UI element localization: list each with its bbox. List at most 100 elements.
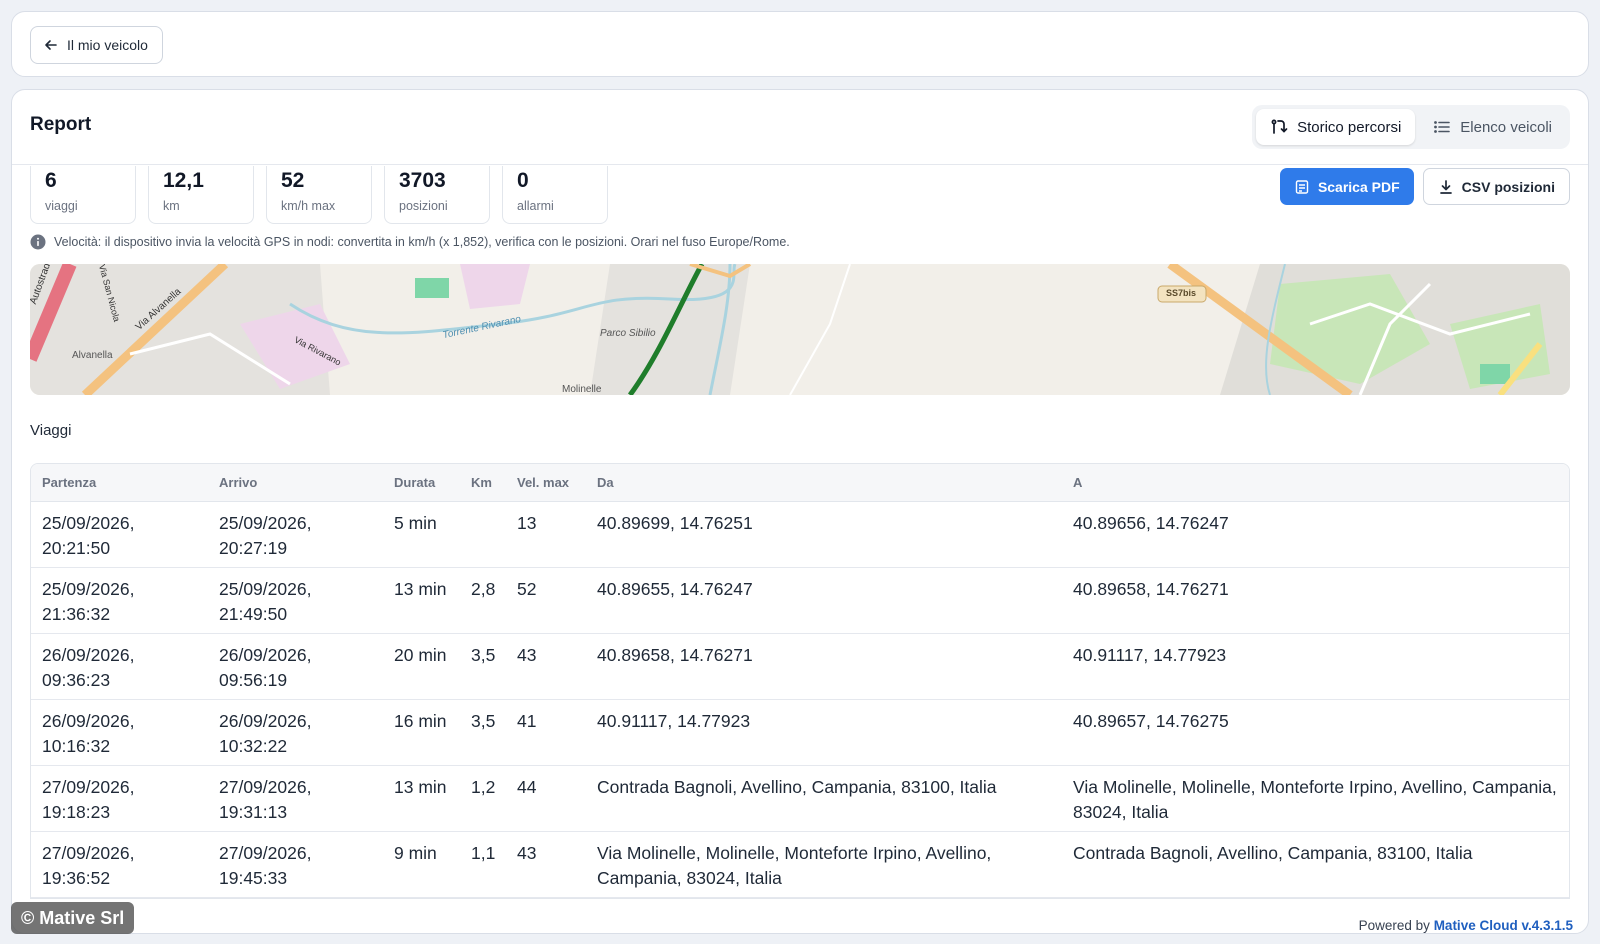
cell-da: 40.89655, 14.76247 xyxy=(586,567,1062,634)
view-switcher: Storico percorsi Elenco veicoli xyxy=(1252,105,1570,149)
trips-section-title: Viaggi xyxy=(30,422,72,439)
map-label: Molinelle xyxy=(562,384,602,395)
cell-a: Contrada Bagnoli, Avellino, Campania, 83… xyxy=(1062,831,1569,898)
map-label: Parco Sibilio xyxy=(600,328,656,339)
stat-km: 12,1 km xyxy=(148,166,254,224)
cell-a: Via Molinelle, Molinelle, Monteforte Irp… xyxy=(1062,765,1569,832)
stat-viaggi: 6 viaggi xyxy=(30,166,136,224)
cell-partenza: 26/09/2026, 09:36:23 xyxy=(31,633,208,700)
stat-value: 0 xyxy=(517,169,529,192)
top-bar: Il mio veicolo xyxy=(11,11,1589,77)
powered-by-prefix: Powered by xyxy=(1358,918,1430,933)
map-label: Alvanella xyxy=(72,350,113,361)
pdf-icon xyxy=(1295,179,1309,194)
stat-velocita-max: 52 km/h max xyxy=(266,166,372,224)
cell-vel-max: 13 xyxy=(506,501,586,568)
cell-partenza: 25/09/2026, 21:36:32 xyxy=(31,567,208,634)
column-header[interactable]: Vel. max xyxy=(506,464,586,502)
summary-stats: 6 viaggi 12,1 km 52 km/h max 3703 posizi… xyxy=(30,166,608,224)
cell-arrivo: 26/09/2026, 09:56:19 xyxy=(208,633,383,700)
cell-partenza: 27/09/2026, 19:18:23 xyxy=(31,765,208,832)
cell-da: 40.91117, 14.77923 xyxy=(586,699,1062,766)
column-header[interactable]: Arrivo xyxy=(208,464,383,502)
cell-da: Via Molinelle, Molinelle, Monteforte Irp… xyxy=(586,831,1062,898)
cell-arrivo: 25/09/2026, 20:27:19 xyxy=(208,501,383,568)
table-row[interactable]: 25/09/2026, 21:36:32 25/09/2026, 21:49:5… xyxy=(31,567,1569,634)
route-map[interactable]: Autostrada dei Via Alvanella Alvanella T… xyxy=(30,264,1570,395)
cell-da: Contrada Bagnoli, Avellino, Campania, 83… xyxy=(586,765,1062,832)
table-row[interactable]: 25/09/2026, 20:21:50 25/09/2026, 20:27:1… xyxy=(31,501,1569,568)
stat-value: 52 xyxy=(281,169,305,192)
cell-km: 2,8 xyxy=(460,567,506,634)
cell-partenza: 25/09/2026, 20:21:50 xyxy=(31,501,208,568)
cell-durata: 9 min xyxy=(383,831,460,898)
tab-elenco-veicoli-label: Elenco veicoli xyxy=(1460,118,1552,136)
stat-label: km/h max xyxy=(281,199,336,213)
cell-a: 40.89658, 14.76271 xyxy=(1062,567,1569,634)
tab-storico-percorsi-label: Storico percorsi xyxy=(1297,118,1402,136)
table-row[interactable]: 27/09/2026, 19:36:52 27/09/2026, 19:45:3… xyxy=(31,831,1569,898)
cell-durata: 5 min xyxy=(383,501,460,568)
stat-label: km xyxy=(163,199,180,213)
table-row[interactable]: 26/09/2026, 10:16:32 26/09/2026, 10:32:2… xyxy=(31,699,1569,766)
table-header-row: Partenza Arrivo Durata Km Vel. max Da A xyxy=(31,464,1569,502)
report-actions: Scarica PDF CSV posizioni xyxy=(1279,168,1570,205)
csv-positions-button[interactable]: CSV posizioni xyxy=(1422,168,1570,205)
cell-km: 1,2 xyxy=(460,765,506,832)
cell-arrivo: 25/09/2026, 21:49:50 xyxy=(208,567,383,634)
download-pdf-button[interactable]: Scarica PDF xyxy=(1279,168,1414,205)
stat-value: 6 xyxy=(45,169,57,192)
cell-durata: 13 min xyxy=(383,567,460,634)
brand-link[interactable]: Mative Cloud v.4.3.1.5 xyxy=(1434,918,1573,933)
table-row[interactable]: 26/09/2026, 09:36:23 26/09/2026, 09:56:1… xyxy=(31,633,1569,700)
column-header[interactable]: A xyxy=(1062,464,1569,502)
cell-vel-max: 44 xyxy=(506,765,586,832)
cell-vel-max: 52 xyxy=(506,567,586,634)
info-icon xyxy=(30,234,46,250)
stat-value: 12,1 xyxy=(163,169,204,192)
cell-arrivo: 26/09/2026, 10:32:22 xyxy=(208,699,383,766)
cell-partenza: 26/09/2026, 10:16:32 xyxy=(31,699,208,766)
tab-elenco-veicoli[interactable]: Elenco veicoli xyxy=(1419,109,1566,145)
route-icon xyxy=(1271,119,1288,134)
cell-km: 3,5 xyxy=(460,633,506,700)
copyright-watermark: © Mative Srl xyxy=(11,902,135,934)
stat-label: posizioni xyxy=(399,199,448,213)
report-card: Report Storico percorsi Elenco veicoli 6… xyxy=(11,89,1589,934)
cell-vel-max: 41 xyxy=(506,699,586,766)
cell-km: 3,5 xyxy=(460,699,506,766)
download-icon xyxy=(1439,179,1452,194)
table-row[interactable]: 27/09/2026, 19:18:23 27/09/2026, 19:31:1… xyxy=(31,765,1569,832)
column-header[interactable]: Durata xyxy=(383,464,460,502)
cell-durata: 13 min xyxy=(383,765,460,832)
cell-km xyxy=(460,501,506,568)
cell-partenza: 27/09/2026, 19:36:52 xyxy=(31,831,208,898)
download-pdf-label: Scarica PDF xyxy=(1317,178,1400,195)
info-note-text: Velocità: il dispositivo invia la veloci… xyxy=(54,235,790,249)
column-header[interactable]: Partenza xyxy=(31,464,208,502)
arrow-left-icon xyxy=(45,40,57,50)
column-header[interactable]: Da xyxy=(586,464,1062,502)
powered-by: Powered by Mative Cloud v.4.3.1.5 xyxy=(1359,918,1573,933)
stat-value: 3703 xyxy=(399,169,446,192)
cell-a: 40.89657, 14.76275 xyxy=(1062,699,1569,766)
stat-label: allarmi xyxy=(517,199,554,213)
stat-label: viaggi xyxy=(45,199,78,213)
cell-durata: 20 min xyxy=(383,633,460,700)
cell-vel-max: 43 xyxy=(506,633,586,700)
list-icon xyxy=(1434,121,1451,133)
speed-info-note: Velocità: il dispositivo invia la veloci… xyxy=(30,234,790,250)
stat-allarmi: 0 allarmi xyxy=(502,166,608,224)
column-header[interactable]: Km xyxy=(460,464,506,502)
report-header: Report Storico percorsi Elenco veicoli xyxy=(12,90,1588,165)
map-tiles xyxy=(30,264,1570,395)
trips-table: Partenza Arrivo Durata Km Vel. max Da A … xyxy=(30,463,1570,899)
cell-arrivo: 27/09/2026, 19:31:13 xyxy=(208,765,383,832)
cell-a: 40.89656, 14.76247 xyxy=(1062,501,1569,568)
cell-vel-max: 43 xyxy=(506,831,586,898)
tab-storico-percorsi[interactable]: Storico percorsi xyxy=(1256,109,1416,145)
map-label: SS7bis xyxy=(1166,288,1197,298)
back-button-label: Il mio veicolo xyxy=(67,37,148,53)
back-button[interactable]: Il mio veicolo xyxy=(30,26,163,64)
stat-posizioni: 3703 posizioni xyxy=(384,166,490,224)
